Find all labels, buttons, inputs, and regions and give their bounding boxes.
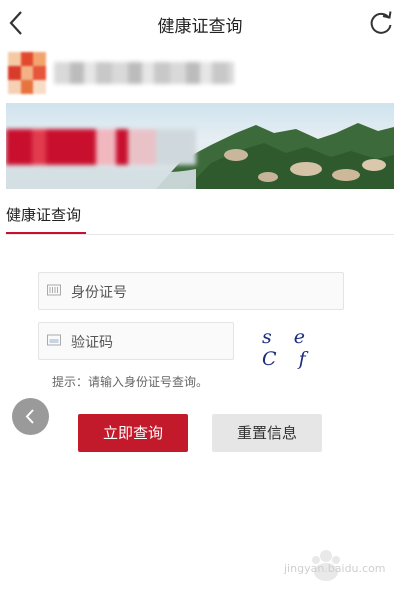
id-card-icon bbox=[47, 284, 61, 296]
captcha-image[interactable]: s e C f bbox=[262, 326, 342, 370]
image-icon bbox=[47, 334, 61, 346]
top-bar: 健康证查询 bbox=[0, 0, 400, 46]
captcha-placeholder: 验证码 bbox=[71, 335, 113, 351]
query-button[interactable]: 立即查询 bbox=[78, 414, 188, 452]
id-number-field[interactable]: 身份证号 bbox=[38, 272, 344, 310]
chevron-left-icon bbox=[25, 409, 34, 424]
blurred-banner-text bbox=[6, 129, 196, 165]
hint-text: 提示：请输入身份证号查询。 bbox=[52, 375, 209, 389]
reset-button[interactable]: 重置信息 bbox=[212, 414, 322, 452]
active-tab-indicator bbox=[6, 232, 86, 234]
captcha-field[interactable]: 验证码 bbox=[38, 322, 234, 360]
refresh-icon[interactable] bbox=[368, 10, 394, 36]
brand-header bbox=[6, 46, 400, 102]
floating-back-button[interactable] bbox=[12, 398, 49, 435]
banner-image bbox=[6, 103, 394, 189]
blurred-brand-name bbox=[54, 62, 234, 84]
tab-bar: 健康证查询 bbox=[6, 196, 394, 235]
tab-health-certificate-query[interactable]: 健康证查询 bbox=[6, 204, 81, 233]
page-title: 健康证查询 bbox=[157, 17, 243, 37]
logo bbox=[8, 52, 46, 94]
watermark-text: jingyan.baidu.com bbox=[284, 562, 386, 575]
id-number-placeholder: 身份证号 bbox=[71, 285, 127, 301]
